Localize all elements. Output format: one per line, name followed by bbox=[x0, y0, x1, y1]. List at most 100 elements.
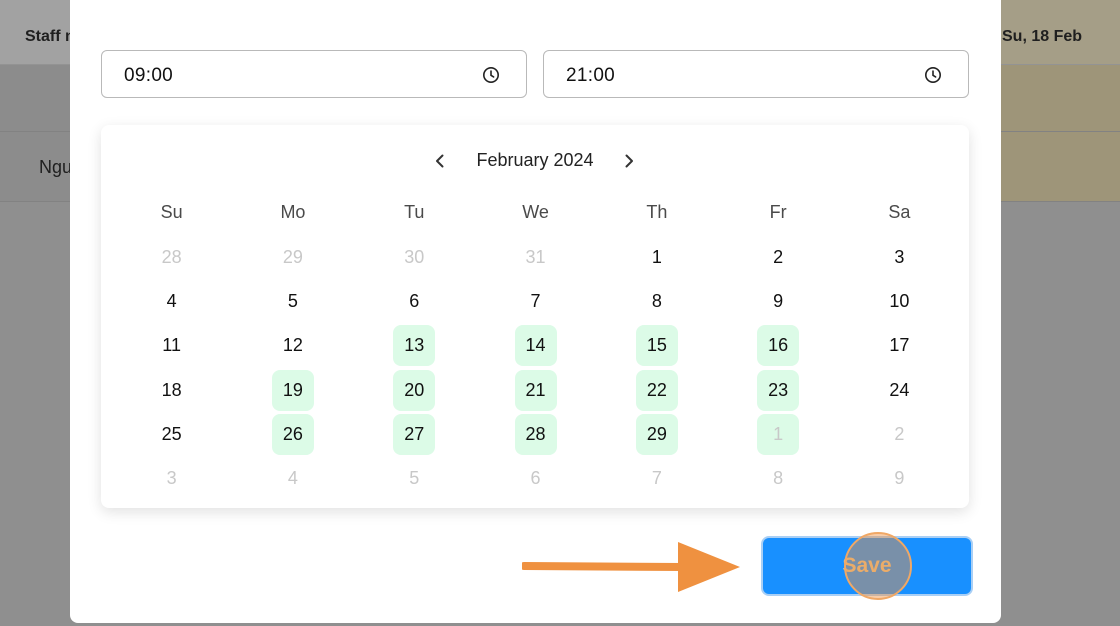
calendar-day[interactable]: 7 bbox=[475, 279, 596, 323]
start-time-value: 09:00 bbox=[124, 65, 174, 86]
background-staff-name: Ngu bbox=[39, 157, 73, 177]
calendar-day[interactable]: 15 bbox=[596, 324, 717, 368]
calendar-day-number: 9 bbox=[773, 290, 784, 311]
end-time-value: 21:00 bbox=[566, 65, 616, 86]
calendar-day[interactable]: 8 bbox=[717, 456, 838, 500]
calendar-day-number: 7 bbox=[530, 290, 541, 311]
calendar-day[interactable]: 3 bbox=[839, 235, 960, 279]
calendar-day[interactable]: 14 bbox=[475, 324, 596, 368]
calendar-day-number: 21 bbox=[514, 369, 557, 411]
calendar-day-number: 24 bbox=[889, 379, 910, 400]
background-staff-header: Staff n bbox=[25, 28, 75, 45]
calendar-day-number: 2 bbox=[773, 246, 784, 267]
calendar-day[interactable]: 27 bbox=[354, 412, 475, 456]
chevron-right-icon[interactable] bbox=[620, 152, 638, 170]
calendar-day-number: 5 bbox=[409, 468, 420, 489]
calendar-day[interactable]: 12 bbox=[232, 324, 353, 368]
calendar-day[interactable]: 5 bbox=[354, 456, 475, 500]
calendar-day[interactable]: 9 bbox=[717, 279, 838, 323]
calendar-day-number: 15 bbox=[635, 325, 678, 367]
weekday-label: Th bbox=[646, 202, 668, 222]
calendar-day[interactable]: 17 bbox=[839, 324, 960, 368]
calendar-day-number: 25 bbox=[161, 423, 182, 444]
weekday-label: Su bbox=[160, 202, 183, 222]
calendar-day-number: 1 bbox=[651, 246, 662, 267]
calendar-day-number: 10 bbox=[889, 290, 910, 311]
calendar-day[interactable]: 29 bbox=[596, 412, 717, 456]
calendar-day[interactable]: 28 bbox=[475, 412, 596, 456]
calendar-day[interactable]: 5 bbox=[232, 279, 353, 323]
calendar-day[interactable]: 24 bbox=[839, 368, 960, 412]
calendar-day[interactable]: 10 bbox=[839, 279, 960, 323]
calendar-day-number: 30 bbox=[404, 246, 425, 267]
calendar-day[interactable]: 20 bbox=[354, 368, 475, 412]
calendar-day[interactable]: 8 bbox=[596, 279, 717, 323]
calendar-day-number: 16 bbox=[757, 325, 800, 367]
calendar-day[interactable]: 23 bbox=[717, 368, 838, 412]
calendar-day-number: 6 bbox=[409, 290, 420, 311]
clock-icon bbox=[925, 67, 941, 83]
calendar-day[interactable]: 19 bbox=[232, 368, 353, 412]
calendar-day-number: 2 bbox=[894, 423, 905, 444]
calendar-day[interactable]: 7 bbox=[596, 456, 717, 500]
save-button-label: Save bbox=[842, 554, 892, 577]
save-button[interactable]: Save bbox=[763, 538, 971, 594]
calendar-day-number: 17 bbox=[889, 335, 910, 356]
calendar-day-number: 12 bbox=[282, 335, 303, 356]
calendar-day[interactable]: 9 bbox=[839, 456, 960, 500]
calendar-day[interactable]: 13 bbox=[354, 324, 475, 368]
calendar-day[interactable]: 4 bbox=[232, 456, 353, 500]
background-date-header: Su, 18 Feb bbox=[1002, 28, 1083, 45]
clock-icon bbox=[483, 67, 499, 83]
calendar-day[interactable]: 4 bbox=[111, 279, 232, 323]
calendar-header: February 2024 bbox=[101, 147, 969, 175]
end-time-input[interactable]: 21:00 bbox=[543, 50, 969, 98]
calendar-day[interactable]: 16 bbox=[717, 324, 838, 368]
calendar-day-number: 3 bbox=[166, 468, 177, 489]
calendar-day-number: 4 bbox=[287, 468, 298, 489]
arrow-right-icon bbox=[522, 542, 740, 592]
start-time-input[interactable]: 09:00 bbox=[101, 50, 527, 98]
calendar-day[interactable]: 18 bbox=[111, 368, 232, 412]
calendar-day-number: 8 bbox=[773, 468, 784, 489]
weekday-label: Tu bbox=[404, 202, 425, 222]
calendar-day[interactable]: 21 bbox=[475, 368, 596, 412]
calendar-day-number: 29 bbox=[282, 246, 303, 267]
calendar-day-number: 5 bbox=[287, 290, 298, 311]
calendar-day-number: 8 bbox=[651, 290, 662, 311]
calendar-day-number: 20 bbox=[393, 369, 436, 411]
calendar-day-number: 13 bbox=[393, 325, 436, 367]
calendar-day[interactable]: 1 bbox=[596, 235, 717, 279]
calendar-day-number: 28 bbox=[161, 246, 182, 267]
calendar-day-grid: 28 29 30 31 1 2 3 4 5 6 7 8 9 10 11 12 13 14 15 16 17 18 19 20 2… bbox=[111, 235, 960, 501]
calendar-day-number: 18 bbox=[161, 379, 182, 400]
calendar-day[interactable]: 22 bbox=[596, 368, 717, 412]
calendar-day[interactable]: 28 bbox=[111, 235, 232, 279]
calendar-day[interactable]: 2 bbox=[717, 235, 838, 279]
chevron-left-icon[interactable] bbox=[431, 152, 449, 170]
calendar-day[interactable]: 25 bbox=[111, 412, 232, 456]
weekday-label: Fr bbox=[769, 202, 787, 222]
calendar-day[interactable]: 2 bbox=[839, 412, 960, 456]
calendar-day-number: 11 bbox=[162, 335, 181, 356]
calendar-day[interactable]: 26 bbox=[232, 412, 353, 456]
calendar-day-number: 1 bbox=[757, 413, 800, 455]
calendar-day-number: 23 bbox=[757, 369, 800, 411]
calendar-day[interactable]: 6 bbox=[354, 279, 475, 323]
calendar-day-number: 29 bbox=[635, 413, 678, 455]
background-shift-cell bbox=[1000, 65, 1120, 131]
calendar-day-number: 19 bbox=[271, 369, 314, 411]
calendar-day[interactable]: 6 bbox=[475, 456, 596, 500]
calendar-day[interactable]: 29 bbox=[232, 235, 353, 279]
calendar-day-number: 6 bbox=[530, 468, 541, 489]
weekday-row: Su Mo Tu We Th Fr Sa bbox=[111, 202, 960, 223]
calendar-day-number: 7 bbox=[651, 468, 662, 489]
calendar-day-number: 9 bbox=[894, 468, 905, 489]
calendar-day-number: 4 bbox=[166, 290, 177, 311]
calendar-day[interactable]: 3 bbox=[111, 456, 232, 500]
calendar-day[interactable]: 1 bbox=[717, 412, 838, 456]
calendar-day[interactable]: 11 bbox=[111, 324, 232, 368]
calendar-day[interactable]: 31 bbox=[475, 235, 596, 279]
calendar-day[interactable]: 30 bbox=[354, 235, 475, 279]
background-shift-cell bbox=[1000, 132, 1120, 201]
